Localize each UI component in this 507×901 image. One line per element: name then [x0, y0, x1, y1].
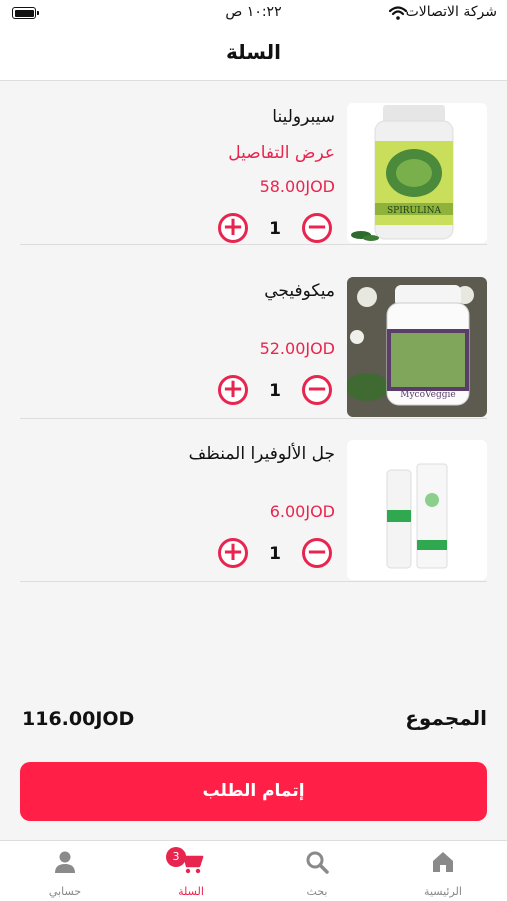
product-image[interactable]	[347, 440, 487, 580]
quantity-value: 1	[269, 219, 281, 239]
decrease-quantity-button[interactable]: −	[302, 213, 332, 243]
product-price: 6.00JOD	[269, 502, 335, 521]
total-label: المجموع	[405, 706, 487, 730]
decrease-quantity-button[interactable]: −	[302, 538, 332, 568]
cart-item: SPIRULINA سيبرولينا عرض التفاصيل 58.00JO…	[20, 81, 487, 245]
checkout-button[interactable]: إتمام الطلب	[20, 762, 487, 821]
total-value: 116.00JOD	[22, 708, 135, 730]
product-image[interactable]: MycoVeggie	[347, 277, 487, 417]
carrier-name: شركة الاتصالات	[405, 4, 497, 20]
product-price: 52.00JOD	[259, 339, 335, 358]
cart-item: جل الألوفيرا المنظف 6.00JOD − 1 +	[20, 418, 487, 582]
increase-quantity-button[interactable]: +	[218, 213, 248, 243]
cart-count-badge: 3	[166, 847, 186, 867]
search-icon	[306, 851, 329, 874]
product-image-label: SPIRULINA	[387, 206, 442, 216]
page-title: السلة	[225, 40, 281, 64]
product-name: ميكوفيجي	[264, 281, 335, 301]
tab-label: بحث	[306, 885, 328, 898]
page-header: السلة	[0, 28, 507, 81]
tab-home[interactable]: الرئيسية	[380, 841, 506, 901]
wifi-icon	[389, 6, 407, 20]
quantity-value: 1	[269, 381, 281, 401]
increase-quantity-button[interactable]: +	[218, 538, 248, 568]
status-bar: ١٠:٢٢ ص شركة الاتصالات	[0, 0, 507, 28]
tab-label: الرئيسية	[424, 885, 462, 898]
cart-item: MycoVeggie ميكوفيجي 52.00JOD − 1 +	[20, 255, 487, 419]
product-name: جل الألوفيرا المنظف	[188, 444, 335, 464]
view-details-link[interactable]: عرض التفاصيل	[228, 143, 335, 163]
tab-label: السلة	[178, 885, 204, 898]
tab-account[interactable]: حسابي	[2, 841, 128, 901]
increase-quantity-button[interactable]: +	[218, 375, 248, 405]
tab-bar: الرئيسية بحث 3 السلة حسابي	[0, 840, 507, 901]
home-icon	[433, 852, 453, 872]
tab-label: حسابي	[48, 885, 82, 898]
product-image[interactable]: SPIRULINA	[347, 103, 487, 243]
tab-cart[interactable]: 3 السلة	[128, 841, 254, 901]
product-price: 58.00JOD	[259, 177, 335, 196]
decrease-quantity-button[interactable]: −	[302, 375, 332, 405]
product-image-label: MycoVeggie	[400, 390, 456, 400]
tab-search[interactable]: بحث	[254, 841, 380, 901]
person-icon	[55, 851, 75, 873]
product-name: سيبرولينا	[272, 107, 335, 127]
quantity-value: 1	[269, 544, 281, 564]
